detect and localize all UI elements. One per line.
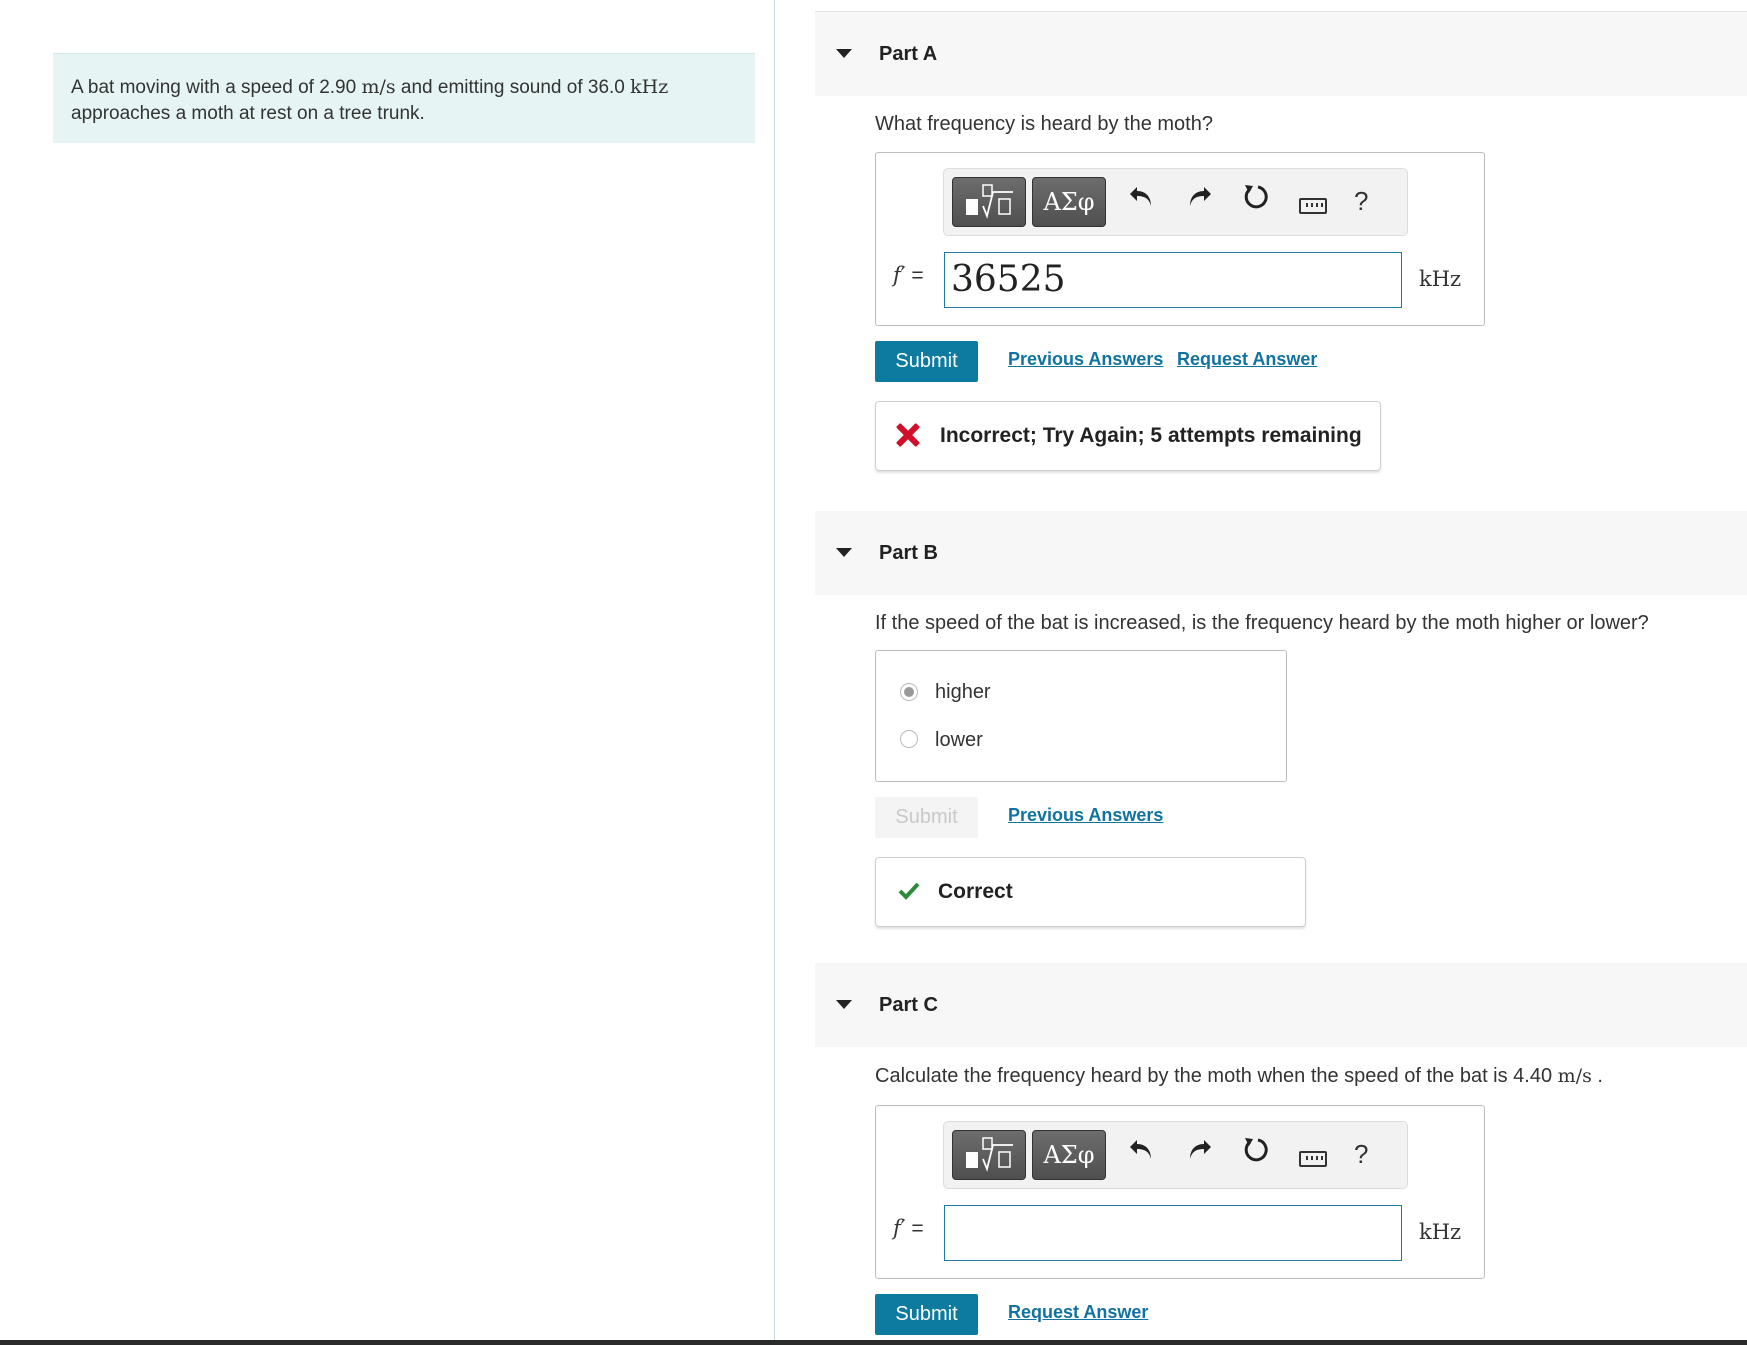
part-c-answer-box: ΑΣφ ? f′ = kHz bbox=[875, 1105, 1485, 1279]
part-a-feedback-text: Incorrect; Try Again; 5 attempts remaini… bbox=[940, 424, 1362, 447]
part-b-feedback: Correct bbox=[875, 857, 1306, 927]
radio-lower[interactable] bbox=[900, 730, 918, 748]
math-toolbar: ΑΣφ ? bbox=[943, 1121, 1408, 1189]
unit-label: kHz bbox=[1419, 1220, 1462, 1244]
templates-icon bbox=[966, 1137, 1013, 1172]
templates-icon bbox=[966, 184, 1013, 219]
part-c-request-answer-link[interactable]: Request Answer bbox=[1008, 1302, 1148, 1323]
redo-icon[interactable] bbox=[1185, 183, 1213, 220]
speed-unit: m/s bbox=[1557, 1065, 1592, 1087]
caret-down-icon[interactable] bbox=[836, 548, 852, 557]
problem-statement: A bat moving with a speed of 2.90 m/s an… bbox=[53, 53, 755, 143]
unit-label: kHz bbox=[1419, 267, 1462, 291]
templates-button[interactable] bbox=[952, 1130, 1026, 1180]
problem-text-mid: and emitting sound of 36.0 bbox=[400, 77, 625, 98]
variable-symbol: f′ bbox=[893, 263, 906, 287]
part-b-options-box: higher lower bbox=[875, 650, 1287, 782]
part-b-previous-answers-link[interactable]: Previous Answers bbox=[1008, 805, 1163, 826]
part-a-feedback: Incorrect; Try Again; 5 attempts remaini… bbox=[875, 401, 1381, 471]
part-a-question: What frequency is heard by the moth? bbox=[875, 113, 1213, 135]
part-a-previous-answers-link[interactable]: Previous Answers bbox=[1008, 349, 1163, 370]
option-label-higher[interactable]: higher bbox=[935, 681, 991, 704]
greek-symbols-button[interactable]: ΑΣφ bbox=[1032, 177, 1106, 227]
reset-icon[interactable] bbox=[1241, 1136, 1269, 1173]
part-b-title: Part B bbox=[879, 542, 938, 564]
part-a-request-answer-link[interactable]: Request Answer bbox=[1177, 349, 1317, 370]
correct-check-icon bbox=[898, 882, 920, 900]
part-c-question: Calculate the frequency heard by the mot… bbox=[875, 1065, 1603, 1088]
part-b-submit-button[interactable]: Submit bbox=[875, 797, 978, 838]
equals-sign: = bbox=[911, 264, 924, 287]
part-a-submit-button[interactable]: Submit bbox=[875, 341, 978, 382]
greek-symbols-button[interactable]: ΑΣφ bbox=[1032, 1130, 1106, 1180]
radio-higher[interactable] bbox=[900, 683, 918, 701]
part-b-feedback-text: Correct bbox=[938, 880, 1013, 903]
problem-text-prefix: A bat moving with a speed of 2.90 bbox=[71, 77, 357, 98]
keyboard-icon[interactable] bbox=[1299, 198, 1327, 214]
part-c-submit-button[interactable]: Submit bbox=[875, 1294, 978, 1335]
part-b-header[interactable]: Part B bbox=[815, 511, 1747, 595]
math-toolbar: ΑΣφ ? bbox=[943, 168, 1408, 236]
bottom-bar bbox=[0, 1340, 1747, 1345]
caret-down-icon[interactable] bbox=[836, 49, 852, 58]
problem-text-suffix: approaches a moth at rest on a tree trun… bbox=[71, 103, 425, 124]
caret-down-icon[interactable] bbox=[836, 1000, 852, 1009]
part-a-answer-box: ΑΣφ ? f′ = 36525 kHz bbox=[875, 152, 1485, 326]
frequency-unit: kHz bbox=[630, 76, 669, 98]
part-c-title: Part C bbox=[879, 994, 938, 1016]
variable-label: f′ = bbox=[893, 263, 924, 288]
part-c-question-suffix: . bbox=[1597, 1065, 1603, 1087]
part-a-header[interactable]: Part A bbox=[815, 11, 1747, 96]
part-c-header[interactable]: Part C bbox=[815, 963, 1747, 1047]
part-a-title: Part A bbox=[879, 43, 938, 65]
help-button[interactable]: ? bbox=[1354, 183, 1368, 219]
templates-button[interactable] bbox=[952, 177, 1026, 227]
speed-unit: m/s bbox=[361, 76, 396, 98]
part-b-question: If the speed of the bat is increased, is… bbox=[875, 612, 1649, 634]
help-button[interactable]: ? bbox=[1354, 1136, 1368, 1172]
undo-icon[interactable] bbox=[1128, 1136, 1156, 1173]
equals-sign: = bbox=[911, 1217, 924, 1240]
variable-label: f′ = bbox=[893, 1216, 924, 1241]
incorrect-x-icon bbox=[896, 423, 920, 447]
keyboard-icon[interactable] bbox=[1299, 1151, 1327, 1167]
part-c-question-text: Calculate the frequency heard by the mot… bbox=[875, 1065, 1553, 1087]
redo-icon[interactable] bbox=[1185, 1136, 1213, 1173]
undo-icon[interactable] bbox=[1128, 183, 1156, 220]
variable-symbol: f′ bbox=[893, 1216, 906, 1240]
part-a-answer-input[interactable]: 36525 bbox=[944, 252, 1402, 308]
option-label-lower[interactable]: lower bbox=[935, 729, 983, 752]
part-c-answer-input[interactable] bbox=[944, 1205, 1402, 1261]
reset-icon[interactable] bbox=[1241, 183, 1269, 220]
pane-divider[interactable] bbox=[774, 0, 775, 1340]
